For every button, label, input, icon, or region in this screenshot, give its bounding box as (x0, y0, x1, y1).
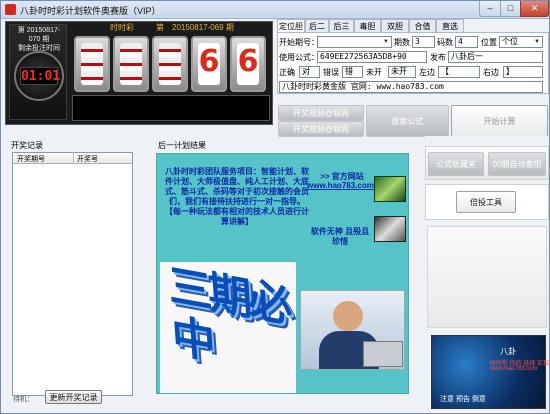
left-input[interactable]: 【 (438, 66, 480, 78)
left-label: 左边 (419, 68, 435, 77)
result-display (72, 95, 270, 121)
promo-logo-area: 三期必中 (160, 259, 296, 393)
reel-5: 6 (230, 36, 266, 92)
start-calc-button[interactable]: 开始计算 (451, 105, 548, 137)
side-ad-line3: www.hao783.com (490, 366, 538, 372)
issue-suffix: 期 (225, 23, 234, 32)
countdown-label: 第 20150817-070 期 剩余投注时间 (17, 27, 61, 52)
promo-thumbnail-1 (374, 176, 406, 202)
right-label: 右边 (483, 68, 499, 77)
tab-dudan[interactable]: 毒胆 (354, 19, 381, 33)
side-ad-line1: 八卦 (500, 347, 516, 356)
code-count-label: 码数 (437, 38, 453, 47)
promo-photo (300, 290, 405, 370)
start-video-button-2[interactable]: 开奖视频@联网 (278, 121, 364, 137)
app-icon (5, 4, 16, 15)
chevron-down-icon: ▼ (383, 39, 389, 45)
column-header-number[interactable]: 开奖号 (77, 154, 98, 164)
reel-2 (113, 36, 149, 92)
status-text: 待机： (13, 396, 34, 403)
promo-slogan: 软件无神 且殁且珍惜 (310, 227, 370, 246)
issue-value: 20150817-069 (172, 23, 224, 32)
column-header-period[interactable]: 开奖期号 (17, 154, 45, 164)
history-table[interactable]: 开奖期号 开奖号 (12, 152, 133, 396)
maximize-button[interactable]: □ (500, 1, 521, 17)
formula-label: 使用公式： (279, 53, 319, 62)
tool-strip-2: 倍投工具 (425, 184, 549, 220)
right-input[interactable]: 】 (503, 66, 543, 78)
play-type-tabs: 定位胆 后二 后三 毒胆 双胆 合值 直选 (277, 19, 549, 33)
wrong-input[interactable]: 错 (342, 66, 363, 78)
start-video-button-1[interactable]: 开奖视频@联网 (278, 105, 364, 121)
correct-label: 正确 (279, 68, 295, 77)
wrong-label: 错误 (323, 68, 339, 77)
tool-strip: 公式收藏夹 00期自动套用 (425, 146, 549, 180)
update-history-button[interactable]: 更新开奖记录 (45, 390, 102, 404)
promo-big-text: 三期必中 (166, 259, 290, 370)
tab-housan[interactable]: 后三 (329, 19, 354, 33)
start-period-label: 开始期号： (279, 38, 319, 47)
publish-input[interactable]: 八卦后一 (448, 51, 543, 63)
side-ad-banner[interactable]: 八卦 时时彩 你的 选择 实现 www.hao783.com 注意 预告 倒意 (431, 335, 549, 409)
tab-houer[interactable]: 后二 (305, 19, 329, 33)
countdown-value: 01:01 (20, 67, 61, 85)
periods-input[interactable]: 3 (412, 36, 435, 48)
publish-label: 发布 (430, 53, 446, 62)
countdown-dial: 01:01 (14, 51, 64, 101)
side-ad-line4: 注意 预告 倒意 (440, 396, 486, 403)
tab-dingweidan[interactable]: 定位胆 (277, 19, 305, 33)
tab-hezhi[interactable]: 合值 (409, 19, 436, 33)
lottery-display-panel: 第 20150817-070 期 剩余投注时间 01:01 时时彩 第 2015… (5, 21, 273, 125)
app-window: 八卦时时彩计划软件奥赛版（VIP） – □ ✕ 第 20150817-070 期… (0, 0, 550, 414)
promo-text: 八卦时时彩团队服务项目：智能计划、软件计划、大师极值盘、纯人工计划、大底式、筋斗… (165, 167, 309, 226)
tool-blank-panel (427, 226, 547, 328)
reel-digit: 6 (198, 44, 220, 79)
promo-link[interactable]: www.hao783.com (307, 181, 374, 190)
formula-input[interactable]: 649EE272563A5D8+90 (317, 51, 427, 63)
bet-tool-button[interactable]: 倍投工具 (456, 191, 516, 213)
notopen-label: 未开 (366, 68, 382, 77)
history-panel: 开奖记录 开奖期号 开奖号 待机： 更新开奖记录 (3, 136, 153, 410)
promo-banner[interactable]: 八卦时时彩团队服务项目：智能计划、软件计划、大师极值盘、纯人工计划、大底式、筋斗… (156, 153, 409, 394)
number-reels: 6 6 (72, 36, 270, 92)
minimize-button[interactable]: – (479, 1, 501, 17)
reel-digit: 6 (237, 44, 259, 79)
correct-input[interactable]: 对 (299, 66, 320, 78)
tab-shuangdan[interactable]: 双胆 (381, 19, 409, 33)
title-bar: 八卦时时彩计划软件奥赛版（VIP） – □ ✕ (1, 1, 549, 19)
right-tools-column: 公式收藏夹 00期自动套用 倍投工具 八卦 时时彩 你的 选择 实现 www.h… (425, 136, 549, 411)
issue-bar: 时时彩 第 20150817-069 期 (72, 22, 270, 34)
periods-label: 期数 (394, 38, 410, 47)
position-label: 位置 (481, 38, 497, 47)
tab-zhixuan[interactable]: 直选 (436, 19, 464, 33)
auto-apply-button[interactable]: 00期自动套用 (488, 152, 546, 176)
search-formula-button[interactable]: 搜索公式 (366, 105, 449, 137)
window-title: 八卦时时彩计划软件奥赛版（VIP） (20, 6, 161, 16)
reel-4: 6 (191, 36, 227, 92)
history-title: 开奖记录 (11, 141, 43, 150)
issue-number: 20150817-069 期 (172, 22, 234, 34)
chevron-down-icon: ▼ (534, 39, 540, 45)
plan-title: 后一计划结果 (158, 141, 206, 150)
banner-input[interactable]: 八卦时时彩黄金版 官网: www.hao783.com (279, 81, 543, 93)
code-count-input[interactable]: 4 (455, 36, 478, 48)
start-period-select[interactable]: ▼ (317, 36, 392, 48)
reel-3 (152, 36, 188, 92)
position-select[interactable]: 个位 ▼ (499, 36, 543, 48)
notopen-input[interactable]: 未开 (388, 66, 416, 78)
favorite-formula-button[interactable]: 公式收藏夹 (428, 152, 484, 176)
lottery-brand: 时时彩 (110, 23, 134, 32)
settings-form: 开始期号： ▼ 期数 3 码数 4 位置 个位 ▼ 使用公式： 649EE2725… (277, 32, 549, 94)
history-header: 开奖期号 开奖号 (13, 153, 132, 164)
plan-result-panel: 后一计划结果 八卦时时彩团队服务项目：智能计划、软件计划、大师极值盘、纯人工计划… (156, 136, 422, 411)
issue-prefix: 第 (156, 23, 164, 32)
reel-1 (74, 36, 110, 92)
countdown-box: 第 20150817-070 期 剩余投注时间 01:01 (9, 24, 67, 120)
position-value: 个位 (502, 37, 518, 46)
close-button[interactable]: ✕ (520, 1, 549, 17)
promo-thumbnail-2 (374, 216, 406, 242)
